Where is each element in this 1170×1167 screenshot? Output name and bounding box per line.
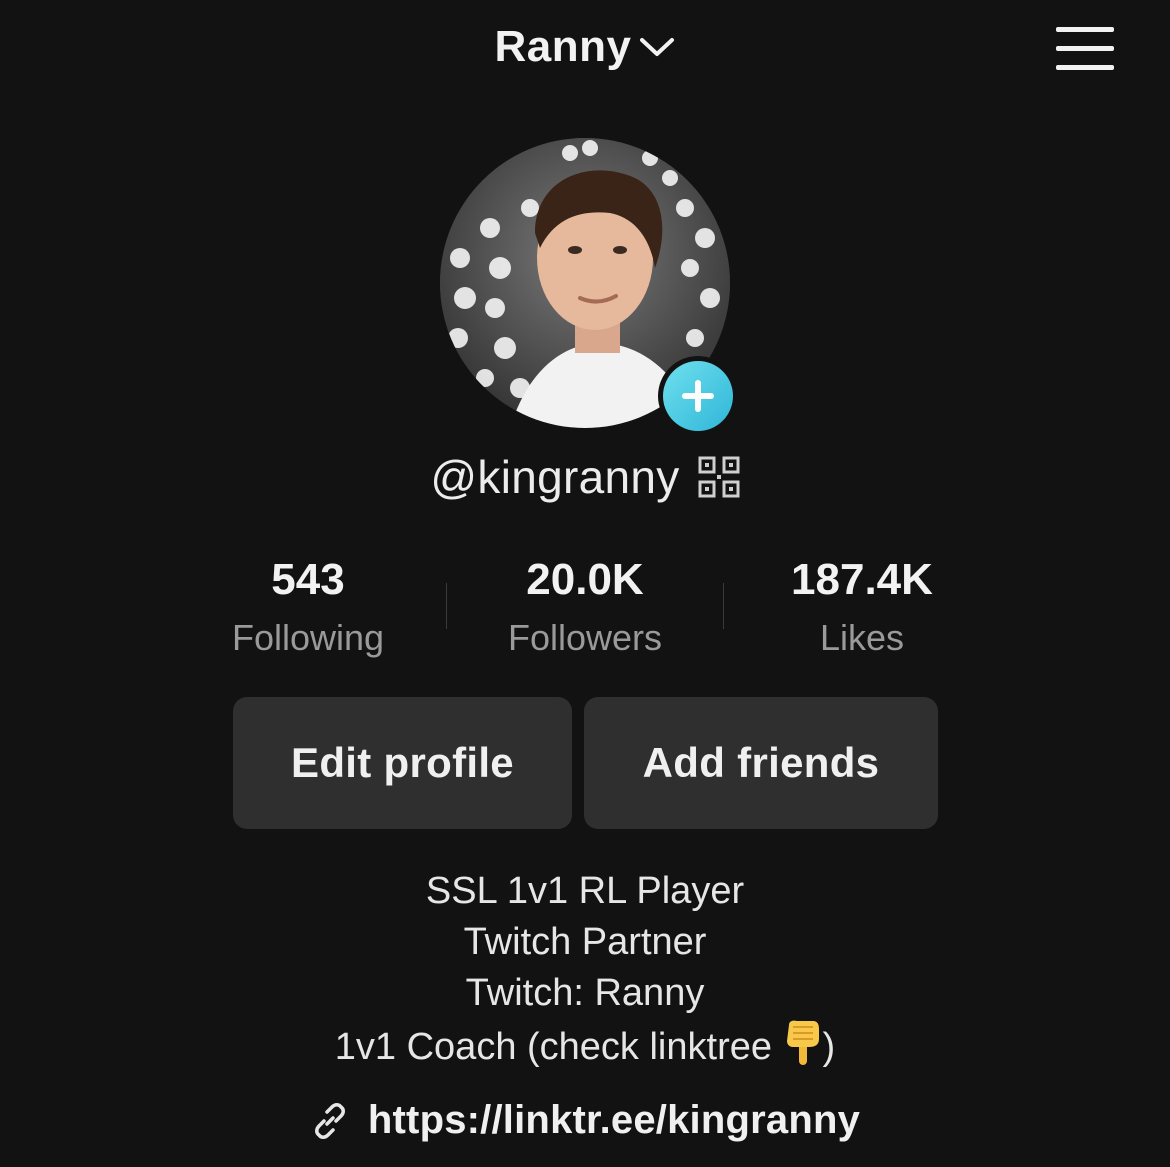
pointing-down-hand-icon [786, 1020, 819, 1065]
username-row: @kingranny [0, 450, 1170, 504]
profile-actions: Edit profile Add friends [233, 697, 938, 829]
chevron-down-icon [640, 38, 675, 56]
bio-line-text: 1v1 Coach (check linktree [334, 1026, 783, 1068]
link-url: https://linktr.ee/kingranny [367, 1098, 861, 1142]
add-story-button[interactable] [658, 356, 738, 436]
stat-label: Likes [819, 617, 905, 658]
top-bar: Ranny [0, 0, 1170, 100]
stat-followers[interactable]: 20.0K Followers [447, 550, 723, 670]
avatar-container [440, 138, 738, 436]
qr-code-icon[interactable] [698, 456, 740, 498]
hamburger-menu-icon[interactable] [1052, 24, 1118, 74]
stat-likes[interactable]: 187.4K Likes [724, 550, 1000, 670]
username: @kingranny [430, 451, 680, 503]
add-friends-button[interactable]: Add friends [584, 697, 938, 829]
bio-line: Twitch Partner [463, 921, 707, 963]
stat-value: 543 [271, 555, 345, 604]
link-icon [314, 1102, 345, 1139]
bio-line-end: ) [822, 1026, 836, 1068]
stat-value: 187.4K [791, 555, 933, 604]
account-name: Ranny [494, 22, 632, 71]
plus-icon [663, 361, 733, 431]
edit-profile-button[interactable]: Edit profile [233, 697, 572, 829]
bio: SSL 1v1 RL Player Twitch Partner Twitch:… [0, 866, 1170, 1073]
bio-line: SSL 1v1 RL Player [425, 870, 745, 912]
account-switcher[interactable]: Ranny [0, 22, 1170, 72]
profile-stats: 543 Following 20.0K Followers 187.4K Lik… [170, 550, 1000, 670]
stat-following[interactable]: 543 Following [170, 550, 446, 670]
stat-label: Followers [507, 617, 663, 658]
stat-label: Following [231, 617, 385, 658]
bio-line: 1v1 Coach (check linktree ) [0, 1019, 1170, 1073]
bio-line: Twitch: Ranny [465, 972, 705, 1014]
stat-value: 20.0K [526, 555, 644, 604]
bio-link[interactable]: https://linktr.ee/kingranny [0, 1098, 1170, 1143]
